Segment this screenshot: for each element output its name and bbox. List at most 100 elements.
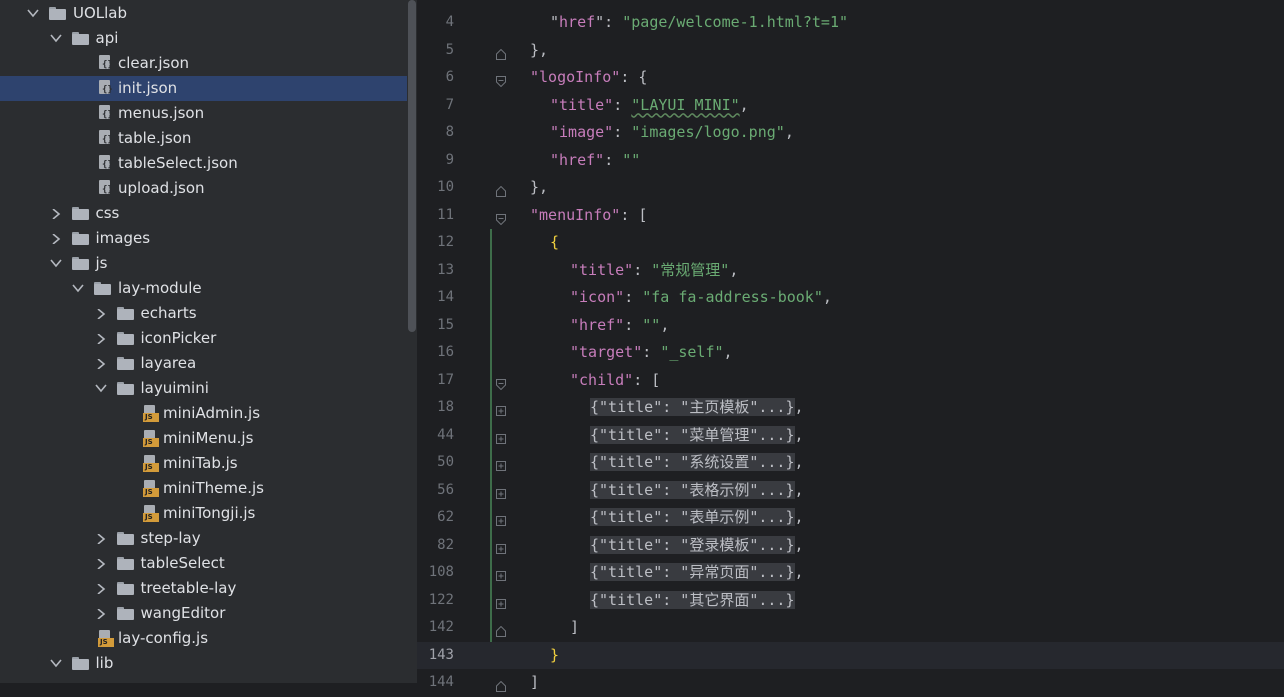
fold-expand-icon[interactable]	[496, 512, 506, 526]
tree-folder-item[interactable]: UOLlab	[0, 1, 407, 26]
folded-region[interactable]: {"title": "异常页面"...}	[590, 563, 795, 581]
code-line[interactable]: 11 "menuInfo": [	[417, 202, 1284, 230]
tree-folder-item[interactable]: js	[0, 251, 407, 276]
folded-region[interactable]: {"title": "菜单管理"...}	[590, 425, 795, 444]
fold-expand-icon[interactable]	[496, 540, 506, 554]
tree-folder-item[interactable]: echarts	[0, 301, 407, 326]
code-line[interactable]: 14 "icon": "fa fa-address-book",	[417, 284, 1284, 312]
code-line[interactable]: 56 {"title": "表格示例"...},	[417, 477, 1284, 505]
folder-icon	[49, 7, 66, 20]
chevron-right-icon[interactable]	[95, 576, 109, 601]
tree-folder-item[interactable]: api	[0, 26, 407, 51]
tree-file-item[interactable]: {} clear.json	[0, 51, 407, 76]
chevron-down-icon[interactable]	[49, 651, 64, 676]
code-token: ,	[794, 508, 804, 526]
tree-folder-item[interactable]: layuimini	[0, 376, 407, 401]
chevron-right-icon[interactable]	[95, 601, 109, 626]
fold-expand-icon[interactable]	[496, 430, 506, 444]
code-editor[interactable]: 4 "href": "page/welcome-1.html?t=1" 5}, 6 "l…	[417, 0, 1284, 692]
code-line[interactable]: 10},	[417, 174, 1284, 202]
code-line[interactable]: 18 {"title": "主页模板"...},	[417, 394, 1284, 422]
code-line[interactable]: 142]	[417, 614, 1284, 642]
project-tree-scrollbar[interactable]	[407, 0, 417, 683]
code-line[interactable]: 44 {"title": "菜单管理"...},	[417, 422, 1284, 450]
code-text: "menuInfo": [	[530, 202, 647, 230]
tree-file-item[interactable]: {} menus.json	[0, 101, 407, 126]
code-token: : [	[633, 370, 661, 389]
tree-folder-item[interactable]: lay-module	[0, 276, 407, 301]
code-line[interactable]: 8 "image": "images/logo.png",	[417, 119, 1284, 147]
folded-region[interactable]: {"title": "主页模板"...}	[590, 398, 795, 416]
tree-folder-item[interactable]: layarea	[0, 351, 407, 376]
chevron-right-icon[interactable]	[95, 301, 109, 326]
code-line[interactable]: 62 {"title": "表单示例"...},	[417, 504, 1284, 532]
code-line[interactable]: 122 {"title": "其它界面"...}	[417, 587, 1284, 615]
fold-start-icon[interactable]	[496, 210, 506, 225]
fold-expand-icon[interactable]	[496, 595, 506, 609]
chevron-down-icon[interactable]	[94, 376, 109, 401]
folded-region[interactable]: {"title": "表单示例"...}	[590, 508, 795, 526]
code-line[interactable]: 13 "title": "常规管理",	[417, 257, 1284, 285]
tree-folder-item[interactable]: step-lay	[0, 526, 407, 551]
chevron-down-icon[interactable]	[49, 26, 64, 51]
fold-start-icon[interactable]	[496, 375, 506, 390]
tree-folder-item[interactable]: tableSelect	[0, 551, 407, 576]
code-line[interactable]: 6 "logoInfo": {	[417, 64, 1284, 92]
tree-file-item[interactable]: {} table.json	[0, 126, 407, 151]
line-number: 62	[437, 509, 454, 525]
scrollbar-thumb[interactable]	[408, 0, 416, 332]
folded-region[interactable]: {"title": "其它界面"...}	[590, 590, 795, 609]
chevron-right-icon[interactable]	[95, 326, 109, 351]
tree-folder-item[interactable]: images	[0, 226, 407, 251]
code-line[interactable]: 12 {	[417, 229, 1284, 257]
tree-file-item[interactable]: {} init.json	[0, 76, 407, 101]
fold-end-icon[interactable]	[496, 45, 506, 60]
code-line[interactable]: 17 "child": [	[417, 367, 1284, 395]
fold-expand-icon[interactable]	[496, 485, 506, 499]
chevron-right-icon[interactable]	[95, 526, 109, 551]
code-token: "常规管理"	[651, 260, 730, 279]
folded-region[interactable]: {"title": "登录模板"...}	[590, 535, 795, 554]
tree-folder-item[interactable]: treetable-lay	[0, 576, 407, 601]
code-token: "icon"	[570, 288, 625, 306]
tree-item-label: UOLlab	[73, 4, 128, 22]
chevron-right-icon[interactable]	[95, 551, 109, 576]
tree-file-item[interactable]: JS lay-config.js	[0, 626, 407, 651]
code-line[interactable]: 143}	[417, 641, 1284, 669]
tree-file-item[interactable]: {} tableSelect.json	[0, 151, 407, 176]
chevron-down-icon[interactable]	[72, 276, 86, 301]
tree-file-item[interactable]: JS miniTab.js	[0, 451, 407, 476]
tree-file-item[interactable]: JS miniTongji.js	[0, 501, 407, 526]
tree-folder-item[interactable]: css	[0, 201, 407, 226]
folded-region[interactable]: {"title": "系统设置"...}	[590, 453, 795, 471]
code-line[interactable]: 50 {"title": "系统设置"...},	[417, 449, 1284, 477]
tree-file-item[interactable]: JS miniTheme.js	[0, 476, 407, 501]
code-text: },	[530, 37, 548, 65]
fold-start-icon[interactable]	[496, 72, 506, 88]
folded-region[interactable]: {"title": "表格示例"...}	[590, 480, 795, 499]
code-line[interactable]: 82 {"title": "登录模板"...},	[417, 532, 1284, 560]
tree-folder-item[interactable]: wangEditor	[0, 601, 407, 626]
code-line[interactable]: 9 "href": ""	[417, 147, 1284, 175]
fold-end-icon[interactable]	[496, 182, 506, 197]
tree-file-item[interactable]: JS miniMenu.js	[0, 426, 407, 451]
chevron-right-icon[interactable]	[95, 351, 109, 376]
code-line[interactable]: 108 {"title": "异常页面"...},	[417, 559, 1284, 587]
code-line[interactable]: 4 "href": "page/welcome-1.html?t=1"	[417, 9, 1284, 37]
fold-expand-icon[interactable]	[496, 457, 506, 471]
chevron-right-icon[interactable]	[50, 201, 64, 226]
chevron-down-icon[interactable]	[27, 1, 41, 26]
chevron-down-icon[interactable]	[49, 251, 64, 276]
code-line[interactable]: 7 "title": "LAYUI MINI",	[417, 92, 1284, 120]
fold-expand-icon[interactable]	[496, 402, 506, 416]
fold-expand-icon[interactable]	[496, 567, 506, 581]
code-line[interactable]: 15 "href": "",	[417, 312, 1284, 340]
fold-end-icon[interactable]	[496, 622, 506, 637]
tree-folder-item[interactable]: iconPicker	[0, 326, 407, 351]
code-line[interactable]: 5},	[417, 37, 1284, 65]
tree-file-item[interactable]: JS miniAdmin.js	[0, 401, 407, 426]
chevron-right-icon[interactable]	[50, 226, 64, 251]
code-line[interactable]: 16 "target": "_self",	[417, 339, 1284, 367]
tree-folder-item[interactable]: lib	[0, 651, 407, 676]
tree-file-item[interactable]: {} upload.json	[0, 176, 407, 201]
